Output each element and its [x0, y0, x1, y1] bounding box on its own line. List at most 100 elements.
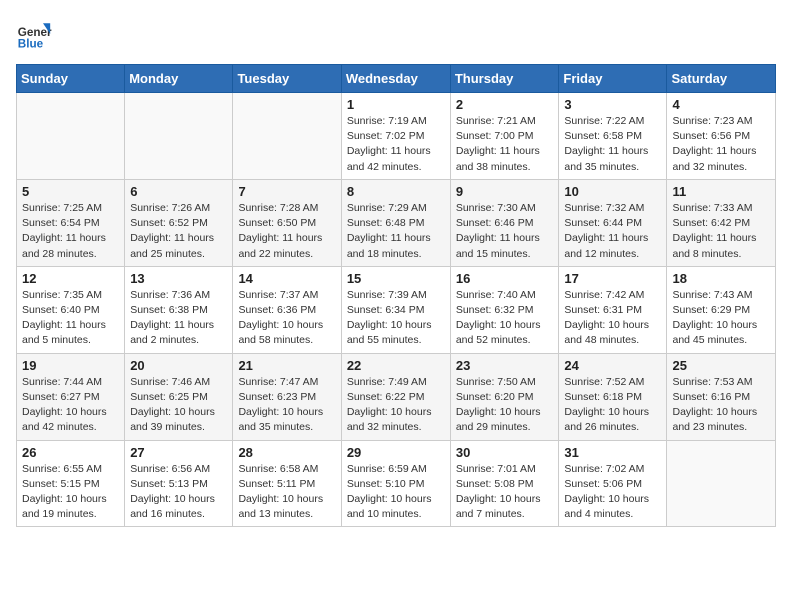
day-number: 22 [347, 358, 445, 373]
day-info: Sunrise: 7:02 AM Sunset: 5:06 PM Dayligh… [564, 462, 661, 523]
day-number: 27 [130, 445, 227, 460]
day-info: Sunrise: 7:22 AM Sunset: 6:58 PM Dayligh… [564, 114, 661, 175]
day-info: Sunrise: 7:44 AM Sunset: 6:27 PM Dayligh… [22, 375, 119, 436]
day-info: Sunrise: 7:46 AM Sunset: 6:25 PM Dayligh… [130, 375, 227, 436]
day-number: 26 [22, 445, 119, 460]
weekday-header-thursday: Thursday [450, 65, 559, 93]
calendar-cell: 1 Sunrise: 7:19 AM Sunset: 7:02 PM Daylig… [341, 93, 450, 180]
calendar-cell: 29Sunrise: 6:59 AM Sunset: 5:10 PM Dayli… [341, 440, 450, 527]
day-info: Sunrise: 6:55 AM Sunset: 5:15 PM Dayligh… [22, 462, 119, 523]
weekday-header-sunday: Sunday [17, 65, 125, 93]
calendar-cell: 12 Sunrise: 7:35 AM Sunset: 6:40 PM Dayli… [17, 266, 125, 353]
calendar-cell: 19 Sunrise: 7:44 AM Sunset: 6:27 PM Dayli… [17, 353, 125, 440]
day-info: Sunrise: 7:26 AM Sunset: 6:52 PM Dayligh… [130, 201, 227, 262]
logo-icon: General Blue [16, 16, 52, 52]
day-info: Sunrise: 7:35 AM Sunset: 6:40 PM Dayligh… [22, 288, 119, 349]
day-info: Sunrise: 7:40 AM Sunset: 6:32 PM Dayligh… [456, 288, 554, 349]
day-number: 1 [347, 97, 445, 112]
calendar-cell: 8 Sunrise: 7:29 AM Sunset: 6:48 PM Daylig… [341, 179, 450, 266]
day-info: Sunrise: 7:29 AM Sunset: 6:48 PM Dayligh… [347, 201, 445, 262]
calendar-cell: 5Sunrise: 7:25 AM Sunset: 6:54 PM Daylig… [17, 179, 125, 266]
day-info: Sunrise: 7:49 AM Sunset: 6:22 PM Dayligh… [347, 375, 445, 436]
calendar-cell: 24 Sunrise: 7:52 AM Sunset: 6:18 PM Dayli… [559, 353, 667, 440]
calendar-cell: 6 Sunrise: 7:26 AM Sunset: 6:52 PM Daylig… [125, 179, 233, 266]
day-number: 3 [564, 97, 661, 112]
week-row-1: 1 Sunrise: 7:19 AM Sunset: 7:02 PM Daylig… [17, 93, 776, 180]
day-number: 11 [672, 184, 770, 199]
day-info: Sunrise: 7:19 AM Sunset: 7:02 PM Dayligh… [347, 114, 445, 175]
week-row-5: 26 Sunrise: 6:55 AM Sunset: 5:15 PM Dayli… [17, 440, 776, 527]
day-number: 25 [672, 358, 770, 373]
week-row-4: 19 Sunrise: 7:44 AM Sunset: 6:27 PM Dayli… [17, 353, 776, 440]
day-info: Sunrise: 7:01 AM Sunset: 5:08 PM Dayligh… [456, 462, 554, 523]
day-number: 16 [456, 271, 554, 286]
day-number: 17 [564, 271, 661, 286]
week-row-2: 5Sunrise: 7:25 AM Sunset: 6:54 PM Daylig… [17, 179, 776, 266]
day-info: Sunrise: 7:53 AM Sunset: 6:16 PM Dayligh… [672, 375, 770, 436]
calendar-cell: 10Sunrise: 7:32 AM Sunset: 6:44 PM Dayli… [559, 179, 667, 266]
day-number: 4 [672, 97, 770, 112]
weekday-header-row: SundayMondayTuesdayWednesdayThursdayFrid… [17, 65, 776, 93]
day-info: Sunrise: 7:52 AM Sunset: 6:18 PM Dayligh… [564, 375, 661, 436]
svg-text:Blue: Blue [18, 38, 44, 51]
day-number: 30 [456, 445, 554, 460]
calendar-cell: 23Sunrise: 7:50 AM Sunset: 6:20 PM Dayli… [450, 353, 559, 440]
page-header: General Blue [16, 16, 776, 52]
calendar-cell: 14 Sunrise: 7:37 AM Sunset: 6:36 PM Dayli… [233, 266, 341, 353]
calendar-cell [125, 93, 233, 180]
day-info: Sunrise: 7:21 AM Sunset: 7:00 PM Dayligh… [456, 114, 554, 175]
day-number: 14 [238, 271, 335, 286]
day-info: Sunrise: 7:36 AM Sunset: 6:38 PM Dayligh… [130, 288, 227, 349]
logo: General Blue [16, 16, 52, 52]
calendar-cell: 2 Sunrise: 7:21 AM Sunset: 7:00 PM Daylig… [450, 93, 559, 180]
calendar-cell: 20 Sunrise: 7:46 AM Sunset: 6:25 PM Dayli… [125, 353, 233, 440]
day-number: 8 [347, 184, 445, 199]
calendar-cell [233, 93, 341, 180]
day-info: Sunrise: 6:56 AM Sunset: 5:13 PM Dayligh… [130, 462, 227, 523]
day-number: 13 [130, 271, 227, 286]
calendar-cell: 31 Sunrise: 7:02 AM Sunset: 5:06 PM Dayli… [559, 440, 667, 527]
weekday-header-wednesday: Wednesday [341, 65, 450, 93]
day-number: 9 [456, 184, 554, 199]
day-number: 20 [130, 358, 227, 373]
calendar-cell: 30 Sunrise: 7:01 AM Sunset: 5:08 PM Dayli… [450, 440, 559, 527]
calendar-cell: 18 Sunrise: 7:43 AM Sunset: 6:29 PM Dayli… [667, 266, 776, 353]
day-number: 29 [347, 445, 445, 460]
calendar-table: SundayMondayTuesdayWednesdayThursdayFrid… [16, 64, 776, 527]
weekday-header-tuesday: Tuesday [233, 65, 341, 93]
calendar-cell: 27 Sunrise: 6:56 AM Sunset: 5:13 PM Dayli… [125, 440, 233, 527]
day-number: 31 [564, 445, 661, 460]
day-info: Sunrise: 7:47 AM Sunset: 6:23 PM Dayligh… [238, 375, 335, 436]
day-info: Sunrise: 7:50 AM Sunset: 6:20 PM Dayligh… [456, 375, 554, 436]
day-number: 5 [22, 184, 119, 199]
day-info: Sunrise: 7:28 AM Sunset: 6:50 PM Dayligh… [238, 201, 335, 262]
weekday-header-saturday: Saturday [667, 65, 776, 93]
calendar-cell: 3 Sunrise: 7:22 AM Sunset: 6:58 PM Daylig… [559, 93, 667, 180]
day-number: 21 [238, 358, 335, 373]
day-info: Sunrise: 7:43 AM Sunset: 6:29 PM Dayligh… [672, 288, 770, 349]
weekday-header-friday: Friday [559, 65, 667, 93]
calendar-cell: 17 Sunrise: 7:42 AM Sunset: 6:31 PM Dayli… [559, 266, 667, 353]
day-info: Sunrise: 7:42 AM Sunset: 6:31 PM Dayligh… [564, 288, 661, 349]
calendar-cell: 26 Sunrise: 6:55 AM Sunset: 5:15 PM Dayli… [17, 440, 125, 527]
day-number: 7 [238, 184, 335, 199]
calendar-cell: 25 Sunrise: 7:53 AM Sunset: 6:16 PM Dayli… [667, 353, 776, 440]
day-number: 2 [456, 97, 554, 112]
day-info: Sunrise: 7:39 AM Sunset: 6:34 PM Dayligh… [347, 288, 445, 349]
calendar-cell [667, 440, 776, 527]
day-number: 12 [22, 271, 119, 286]
day-info: Sunrise: 7:37 AM Sunset: 6:36 PM Dayligh… [238, 288, 335, 349]
calendar-cell: 11 Sunrise: 7:33 AM Sunset: 6:42 PM Dayli… [667, 179, 776, 266]
day-info: Sunrise: 6:58 AM Sunset: 5:11 PM Dayligh… [238, 462, 335, 523]
day-number: 19 [22, 358, 119, 373]
day-info: Sunrise: 7:23 AM Sunset: 6:56 PM Dayligh… [672, 114, 770, 175]
calendar-cell: 16 Sunrise: 7:40 AM Sunset: 6:32 PM Dayli… [450, 266, 559, 353]
day-info: Sunrise: 7:33 AM Sunset: 6:42 PM Dayligh… [672, 201, 770, 262]
calendar-cell: 9Sunrise: 7:30 AM Sunset: 6:46 PM Daylig… [450, 179, 559, 266]
week-row-3: 12 Sunrise: 7:35 AM Sunset: 6:40 PM Dayli… [17, 266, 776, 353]
day-number: 6 [130, 184, 227, 199]
day-number: 18 [672, 271, 770, 286]
calendar-cell: 15Sunrise: 7:39 AM Sunset: 6:34 PM Dayli… [341, 266, 450, 353]
day-number: 24 [564, 358, 661, 373]
calendar-cell [17, 93, 125, 180]
